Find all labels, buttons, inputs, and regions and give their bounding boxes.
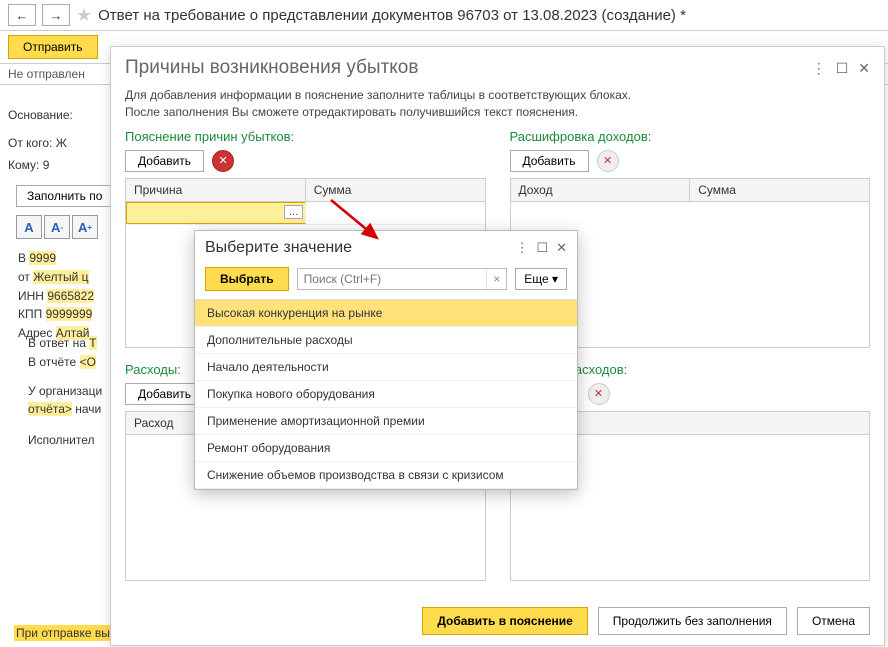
value-list[interactable]: Высокая конкуренция на рынке Дополнитель…: [195, 299, 577, 489]
continue-button[interactable]: Продолжить без заполнения: [598, 607, 787, 635]
select-value-popup: Выберите значение ⋮ ☐ ✕ Выбрать × Еще ▾ …: [194, 230, 578, 490]
year-val: 9999: [29, 251, 56, 265]
star-icon[interactable]: ★: [76, 5, 92, 26]
dialog-desc1: Для добавления информации в пояснение за…: [125, 87, 870, 104]
sum-cell[interactable]: [306, 202, 484, 224]
search-input[interactable]: [298, 269, 487, 289]
dialog-close-icon[interactable]: ✕: [858, 60, 870, 77]
dialog-title: Причины возникновения убытков: [125, 57, 802, 79]
otkogo-val: Ж: [56, 136, 67, 150]
dialog-more-icon[interactable]: ⋮: [812, 60, 826, 77]
otkogo-label: От кого:: [8, 136, 52, 150]
popup-more-icon[interactable]: ⋮: [515, 240, 528, 256]
forward-button[interactable]: →: [42, 4, 70, 26]
add-income-button[interactable]: Добавить: [510, 150, 589, 172]
cell-picker-button[interactable]: ...: [284, 205, 303, 219]
komu-val: 9: [43, 158, 50, 172]
select-button[interactable]: Выбрать: [205, 267, 289, 291]
dialog-max-icon[interactable]: ☐: [836, 60, 849, 77]
list-item[interactable]: Дополнительные расходы: [195, 327, 577, 354]
list-item[interactable]: Ремонт оборудования: [195, 435, 577, 462]
osnovanie-label: Основание:: [8, 108, 73, 122]
popup-title: Выберите значение: [205, 239, 507, 257]
inn-val: 9665822: [47, 289, 94, 303]
delete-income-button[interactable]: ✕: [597, 150, 619, 172]
col-sum2: Сумма: [690, 179, 869, 201]
add-to-explanation-button[interactable]: Добавить в пояснение: [422, 607, 587, 635]
list-item[interactable]: Высокая конкуренция на рынке: [195, 300, 577, 327]
cancel-button[interactable]: Отмена: [797, 607, 870, 635]
col-income: Доход: [511, 179, 691, 201]
send-button[interactable]: Отправить: [8, 35, 98, 59]
search-clear-icon[interactable]: ×: [486, 269, 506, 289]
list-item[interactable]: Покупка нового оборудования: [195, 381, 577, 408]
col-sum: Сумма: [306, 179, 485, 201]
kpp-val: 9999999: [46, 307, 93, 321]
fill-button[interactable]: Заполнить по: [16, 185, 113, 207]
reason-cell-edit[interactable]: ...: [126, 202, 306, 224]
tab-not-sent[interactable]: Не отправлен: [8, 67, 85, 81]
list-item[interactable]: Применение амортизационной премии: [195, 408, 577, 435]
komu-label: Кому:: [8, 158, 39, 172]
page-title: Ответ на требование о представлении доку…: [98, 7, 686, 24]
list-item[interactable]: Начало деятельности: [195, 354, 577, 381]
add-reason-button[interactable]: Добавить: [125, 150, 204, 172]
org-val: Желтый ц: [33, 270, 88, 284]
delete-reduce-button[interactable]: ✕: [588, 383, 610, 405]
back-button[interactable]: ←: [8, 4, 36, 26]
popup-close-icon[interactable]: ✕: [556, 240, 567, 256]
add-expense-button[interactable]: Добавить: [125, 383, 204, 405]
col-reason: Причина: [126, 179, 306, 201]
font-large-button[interactable]: A+: [72, 215, 98, 239]
delete-reason-button[interactable]: ✕: [212, 150, 234, 172]
popup-max-icon[interactable]: ☐: [536, 240, 548, 256]
section-reasons: Пояснение причин убытков:: [125, 129, 486, 144]
bottom-note: При отправке вы: [14, 625, 112, 641]
dialog-desc2: После заполнения Вы сможете отредактиров…: [125, 104, 870, 121]
more-button[interactable]: Еще ▾: [515, 268, 567, 290]
list-item[interactable]: Снижение объемов производства в связи с …: [195, 462, 577, 489]
font-medium-button[interactable]: A-: [44, 215, 70, 239]
section-income: Расшифровка доходов:: [510, 129, 871, 144]
font-small-button[interactable]: A: [16, 215, 42, 239]
